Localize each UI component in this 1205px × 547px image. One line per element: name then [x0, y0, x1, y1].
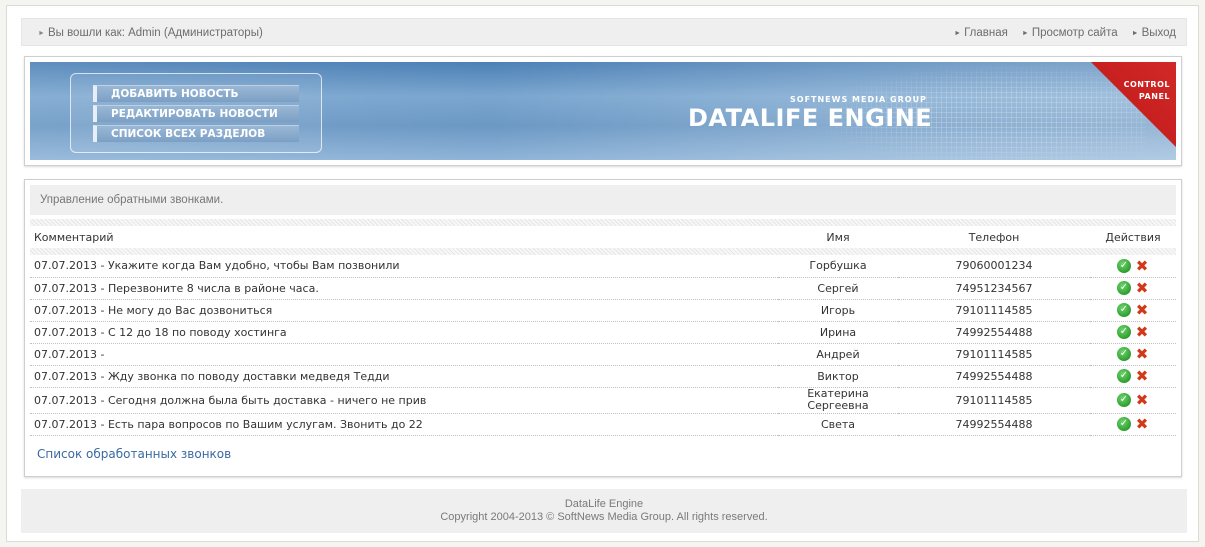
link-view-site[interactable]: ► Просмотр сайта — [1022, 19, 1118, 48]
footer: DataLife Engine Copyright 2004-2013 © So… — [21, 489, 1187, 533]
row-comment: 07.07.2013 - Укажите когда Вам удобно, ч… — [34, 259, 400, 273]
table-row: 07.07.2013 - Есть пара вопросов по Вашим… — [30, 413, 1176, 435]
login-text: Вы вошли как: Admin (Администраторы) — [47, 27, 263, 39]
check-circle-icon[interactable]: ✓ — [1117, 258, 1131, 273]
column-actions: Действия — [1105, 231, 1161, 244]
callbacks-panel: Управление обратными звонками. Комментар… — [24, 179, 1182, 477]
row-comment: 07.07.2013 - Не могу до Вас дозвониться — [34, 303, 273, 317]
row-phone: 79101114585 — [955, 347, 1033, 361]
row-comment: 07.07.2013 - Перезвоните 8 числа в район… — [34, 281, 319, 295]
link-home[interactable]: ► Главная — [954, 19, 1008, 48]
red-x-icon[interactable]: ✖ — [1135, 281, 1149, 296]
row-comment: 07.07.2013 - — [34, 347, 105, 361]
row-actions: ✓ ✖ — [1090, 387, 1176, 413]
login-info: ► Вы вошли как: Admin (Администраторы) — [38, 19, 263, 48]
bullet-icon: ► — [1021, 30, 1029, 37]
table-header: Комментарий Имя Телефон Действия — [30, 228, 1176, 248]
check-circle-icon[interactable]: ✓ — [1117, 417, 1131, 431]
row-name: Андрей — [816, 347, 860, 361]
check-circle-icon[interactable]: ✓ — [1117, 369, 1131, 383]
check-circle-icon[interactable]: ✓ — [1117, 303, 1131, 317]
menu-all-sections[interactable]: СПИСОК ВСЕХ РАЗДЕЛОВ — [93, 125, 299, 142]
footer-product: DataLife Engine — [564, 498, 644, 510]
row-phone: 74992554488 — [955, 369, 1033, 383]
header-banner: ДОБАВИТЬ НОВОСТЬ РЕДАКТИРОВАТЬ НОВОСТИ С… — [30, 62, 1176, 160]
row-name: Ирина — [819, 325, 857, 339]
link-logout[interactable]: ► Выход — [1132, 19, 1176, 48]
check-circle-icon[interactable]: ✓ — [1117, 325, 1131, 339]
row-actions: ✓ ✖ — [1090, 343, 1176, 365]
check-circle-icon[interactable]: ✓ — [1117, 347, 1131, 361]
column-comment: Комментарий — [34, 231, 114, 244]
footer-copyright: Copyright 2004-2013 © SoftNews Media Gro… — [440, 511, 768, 523]
red-x-icon[interactable]: ✖ — [1135, 303, 1149, 318]
callbacks-table: 07.07.2013 - Укажите когда Вам удобно, ч… — [30, 255, 1176, 436]
table-row: 07.07.2013 - Андрей 79101114585 ✓ ✖ — [30, 343, 1176, 365]
column-name: Имя — [826, 231, 850, 244]
red-x-icon[interactable]: ✖ — [1135, 258, 1149, 273]
row-phone: 79101114585 — [955, 393, 1033, 407]
table-row: 07.07.2013 - Жду звонка по поводу достав… — [30, 365, 1176, 387]
control-panel-line2: PANEL — [1138, 92, 1170, 101]
link-view-site-label[interactable]: Просмотр сайта — [1032, 27, 1118, 39]
row-name: Света — [820, 417, 856, 431]
menu-add-news[interactable]: ДОБАВИТЬ НОВОСТЬ — [93, 85, 299, 102]
row-actions: ✓ ✖ — [1090, 365, 1176, 387]
row-phone: 74992554488 — [955, 417, 1033, 431]
row-actions: ✓ ✖ — [1090, 299, 1176, 321]
check-circle-icon[interactable]: ✓ — [1117, 281, 1131, 295]
table-row: 07.07.2013 - Укажите когда Вам удобно, ч… — [30, 255, 1176, 277]
section-title: Управление обратными звонками. — [30, 185, 1176, 215]
brand-logo: DATALIFE ENGINE — [688, 104, 933, 132]
row-name: Сергей — [817, 281, 859, 295]
red-x-icon[interactable]: ✖ — [1135, 417, 1149, 432]
table-row: 07.07.2013 - Сегодня должна была быть до… — [30, 387, 1176, 413]
divider-hatch — [30, 219, 1176, 226]
row-name: Екатерина Сергеевна — [778, 387, 898, 413]
row-name: Игорь — [820, 303, 856, 317]
row-name: Виктор — [817, 369, 859, 383]
row-actions: ✓ ✖ — [1090, 277, 1176, 299]
table-row: 07.07.2013 - Не могу до Вас дозвониться … — [30, 299, 1176, 321]
row-actions: ✓ ✖ — [1090, 321, 1176, 343]
processed-calls-link[interactable]: Список обработанных звонков — [37, 447, 231, 461]
control-panel-label: CONTROL PANEL — [1124, 79, 1170, 103]
brand-subtitle: SOFTNEWS MEDIA GROUP — [790, 95, 927, 104]
divider-hatch — [30, 248, 1176, 255]
top-links: ► Главная ► Просмотр сайта ► Выход — [954, 19, 1176, 48]
header-panel: ДОБАВИТЬ НОВОСТЬ РЕДАКТИРОВАТЬ НОВОСТИ С… — [24, 56, 1182, 166]
red-x-icon[interactable]: ✖ — [1135, 369, 1149, 384]
row-phone: 74951234567 — [955, 281, 1033, 295]
control-panel-corner — [1086, 62, 1176, 160]
top-bar: ► Вы вошли как: Admin (Администраторы) ► Г… — [21, 18, 1187, 46]
row-name: Горбушка — [809, 259, 867, 273]
row-comment: 07.07.2013 - Есть пара вопросов по Вашим… — [34, 417, 423, 431]
menu-edit-news[interactable]: РЕДАКТИРОВАТЬ НОВОСТИ — [93, 105, 299, 122]
page-frame: ► Вы вошли как: Admin (Администраторы) ► Г… — [6, 5, 1199, 542]
bullet-icon: ► — [38, 30, 45, 37]
row-phone: 79101114585 — [955, 303, 1033, 317]
row-actions: ✓ ✖ — [1090, 413, 1176, 435]
row-actions: ✓ ✖ — [1090, 255, 1176, 277]
header-row: Комментарий Имя Телефон Действия — [30, 228, 1176, 248]
check-circle-icon[interactable]: ✓ — [1117, 393, 1131, 407]
row-comment: 07.07.2013 - С 12 до 18 по поводу хостин… — [34, 325, 287, 339]
row-name-line2: Сергеевна — [807, 399, 869, 412]
control-panel-line1: CONTROL — [1123, 80, 1170, 89]
bullet-icon: ► — [954, 30, 962, 37]
column-phone: Телефон — [968, 231, 1020, 244]
quick-menu: ДОБАВИТЬ НОВОСТЬ РЕДАКТИРОВАТЬ НОВОСТИ С… — [70, 73, 322, 153]
row-comment: 07.07.2013 - Сегодня должна была быть до… — [34, 393, 427, 407]
red-x-icon[interactable]: ✖ — [1135, 325, 1149, 340]
table-row: 07.07.2013 - С 12 до 18 по поводу хостин… — [30, 321, 1176, 343]
link-logout-label[interactable]: Выход — [1142, 27, 1176, 39]
row-comment: 07.07.2013 - Жду звонка по поводу достав… — [34, 369, 390, 383]
bullet-icon: ► — [1131, 30, 1139, 37]
table-row: 07.07.2013 - Перезвоните 8 числа в район… — [30, 277, 1176, 299]
row-phone: 74992554488 — [955, 325, 1033, 339]
row-phone: 79060001234 — [955, 259, 1033, 273]
red-x-icon[interactable]: ✖ — [1135, 393, 1149, 408]
link-home-label[interactable]: Главная — [964, 27, 1008, 39]
red-x-icon[interactable]: ✖ — [1135, 347, 1149, 362]
